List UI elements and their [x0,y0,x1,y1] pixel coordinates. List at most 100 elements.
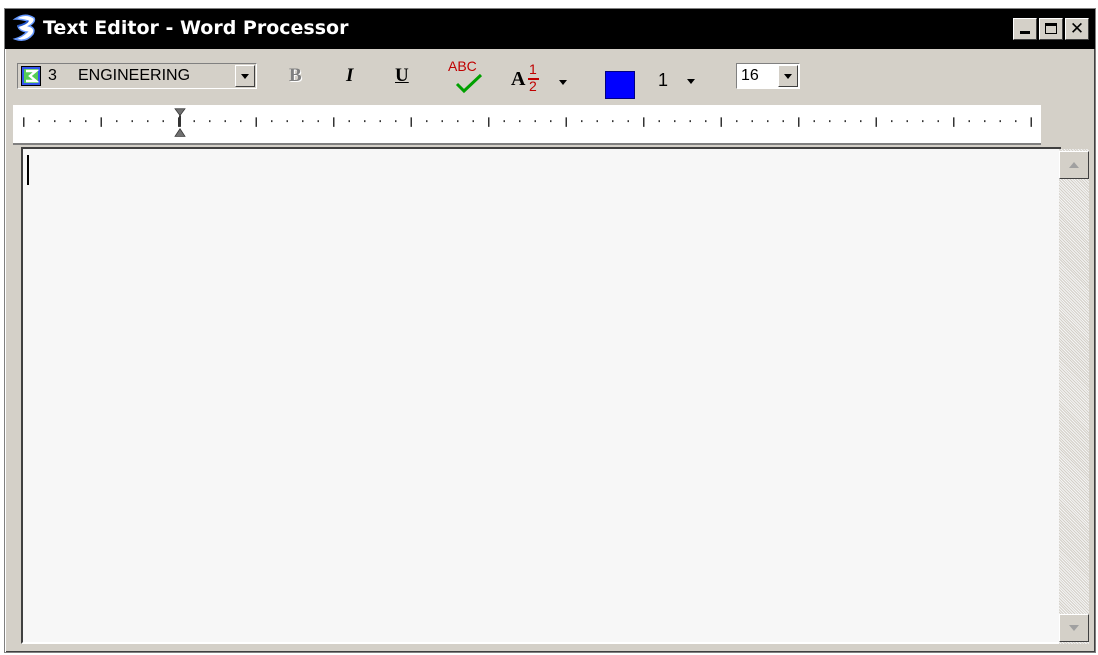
ruler-minor-tick [612,120,614,123]
spell-check-icon [455,73,483,94]
ruler-ticks [23,117,1032,127]
ruler-major-tick [875,117,877,127]
text-color-swatch[interactable] [605,71,635,99]
ruler-minor-tick [317,120,319,123]
ruler-minor-tick [550,120,552,123]
ruler-major-tick [255,117,257,127]
ruler-major-tick [565,117,567,127]
ruler-minor-tick [705,120,707,123]
ruler-minor-tick [147,120,149,123]
chevron-down-icon [784,74,792,79]
font-dropdown[interactable]: 3 ENGINEERING [17,63,257,89]
ruler-minor-tick [968,120,970,123]
scroll-up-icon [1069,162,1079,168]
vertical-scrollbar[interactable] [1059,149,1089,644]
ruler-minor-tick [767,120,769,123]
ruler-major-tick [953,117,955,127]
ruler-minor-tick [736,120,738,123]
ruler-major-tick [798,117,800,127]
spell-check-button[interactable]: ABC [446,58,490,98]
ruler-minor-tick [906,120,908,123]
ruler[interactable] [13,105,1041,145]
ruler-minor-tick [674,120,676,123]
ruler-minor-tick [472,120,474,123]
indent-marker-icon[interactable] [174,108,186,137]
font-type-icon [21,66,41,86]
ruler-minor-tick [1015,120,1017,123]
underline-button[interactable]: U [395,65,409,89]
ruler-minor-tick [348,120,350,123]
chevron-down-icon[interactable] [559,80,567,85]
text-size-dropdown[interactable]: 16 [736,63,800,89]
ruler-minor-tick [209,120,211,123]
title-bar[interactable]: Text Editor - Word Processor ✕ [5,9,1095,49]
window-controls: ✕ [1013,18,1089,40]
ruler-major-tick [23,117,25,127]
ruler-minor-tick [503,120,505,123]
ruler-minor-tick [984,120,986,123]
ruler-minor-tick [395,120,397,123]
font-number: 3 [48,67,57,84]
italic-button[interactable]: I [346,65,353,89]
text-editing-area[interactable] [21,147,1061,644]
ruler-minor-tick [844,120,846,123]
ruler-minor-tick [426,120,428,123]
window-title: Text Editor - Word Processor [43,17,349,39]
ruler-major-tick [1030,117,1032,127]
text-caret [27,155,29,185]
ruler-minor-tick [54,120,56,123]
chevron-down-icon[interactable] [687,79,695,84]
bold-button[interactable]: B [289,65,302,89]
fraction-letter: A [511,68,526,90]
font-dropdown-button[interactable] [235,65,255,87]
scroll-down-button[interactable] [1059,614,1089,642]
formatting-toolbar: 3 ENGINEERING B I U ABC A 1 2 1 16 [5,49,1095,105]
ruler-minor-tick [116,120,118,123]
ruler-minor-tick [782,120,784,123]
ruler-minor-tick [193,120,195,123]
ruler-minor-tick [286,120,288,123]
line-weight-value[interactable]: 1 [658,70,668,91]
scroll-down-icon [1069,625,1079,631]
ruler-minor-tick [534,120,536,123]
maximize-icon [1045,23,1057,34]
fraction-numerator: 1 [529,61,537,77]
close-button[interactable]: ✕ [1065,18,1089,40]
ruler-minor-tick [922,120,924,123]
ruler-minor-tick [85,120,87,123]
close-icon: ✕ [1069,19,1085,39]
ruler-minor-tick [829,120,831,123]
font-name: ENGINEERING [78,67,191,84]
ruler-minor-tick [364,120,366,123]
ruler-major-tick [488,117,490,127]
text-size-dropdown-button[interactable] [778,65,798,87]
text-editor-window: Text Editor - Word Processor ✕ 3 ENGINEE… [4,8,1096,653]
ruler-minor-tick [240,120,242,123]
minimize-icon [1020,31,1030,34]
ruler-minor-tick [302,120,304,123]
ruler-minor-tick [658,120,660,123]
ruler-minor-tick [860,120,862,123]
fraction-denominator: 2 [529,78,537,94]
ruler-minor-tick [271,120,273,123]
ruler-minor-tick [627,120,629,123]
ruler-minor-tick [891,120,893,123]
ruler-minor-tick [813,120,815,123]
chevron-down-icon [241,74,249,79]
ruler-minor-tick [457,120,459,123]
ruler-minor-tick [596,120,598,123]
stacked-fraction-button[interactable]: A 1 2 [511,61,567,97]
ruler-minor-tick [581,120,583,123]
ruler-major-tick [643,117,645,127]
ruler-minor-tick [751,120,753,123]
ruler-minor-tick [937,120,939,123]
ruler-minor-tick [38,120,40,123]
minimize-button[interactable] [1013,18,1037,40]
ruler-minor-tick [379,120,381,123]
maximize-button[interactable] [1039,18,1063,40]
microstation-logo-icon [12,14,36,41]
ruler-major-tick [720,117,722,127]
ruler-major-tick [100,117,102,127]
scroll-up-button[interactable] [1059,151,1089,179]
ruler-minor-tick [224,120,226,123]
